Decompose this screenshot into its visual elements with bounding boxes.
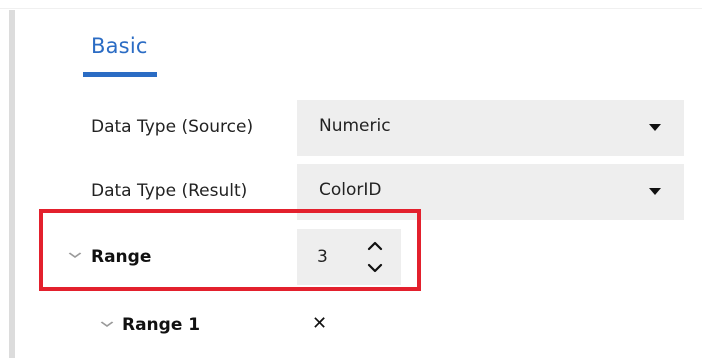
tab-active-indicator — [83, 72, 157, 77]
data-type-source-label: Data Type (Source) — [91, 117, 254, 137]
properties-panel: Basic Data Type (Source) Numeric Data Ty… — [0, 0, 702, 358]
data-type-source-select[interactable]: Numeric — [297, 100, 684, 156]
range-1-label: Range 1 — [122, 315, 201, 335]
data-type-result-label: Data Type (Result) — [91, 181, 248, 201]
data-type-source-value: Numeric — [319, 116, 391, 136]
highlight-annotation — [39, 209, 421, 291]
caret-down-icon — [649, 188, 661, 195]
top-border — [0, 0, 702, 9]
chevron-down-icon[interactable] — [100, 316, 114, 332]
data-type-result-value: ColorID — [319, 180, 382, 200]
panel-left-rail — [9, 10, 15, 358]
tab-basic[interactable]: Basic — [83, 28, 163, 82]
tab-basic-label: Basic — [91, 34, 148, 58]
close-icon[interactable]: ✕ — [312, 313, 327, 334]
caret-down-icon — [649, 124, 661, 131]
